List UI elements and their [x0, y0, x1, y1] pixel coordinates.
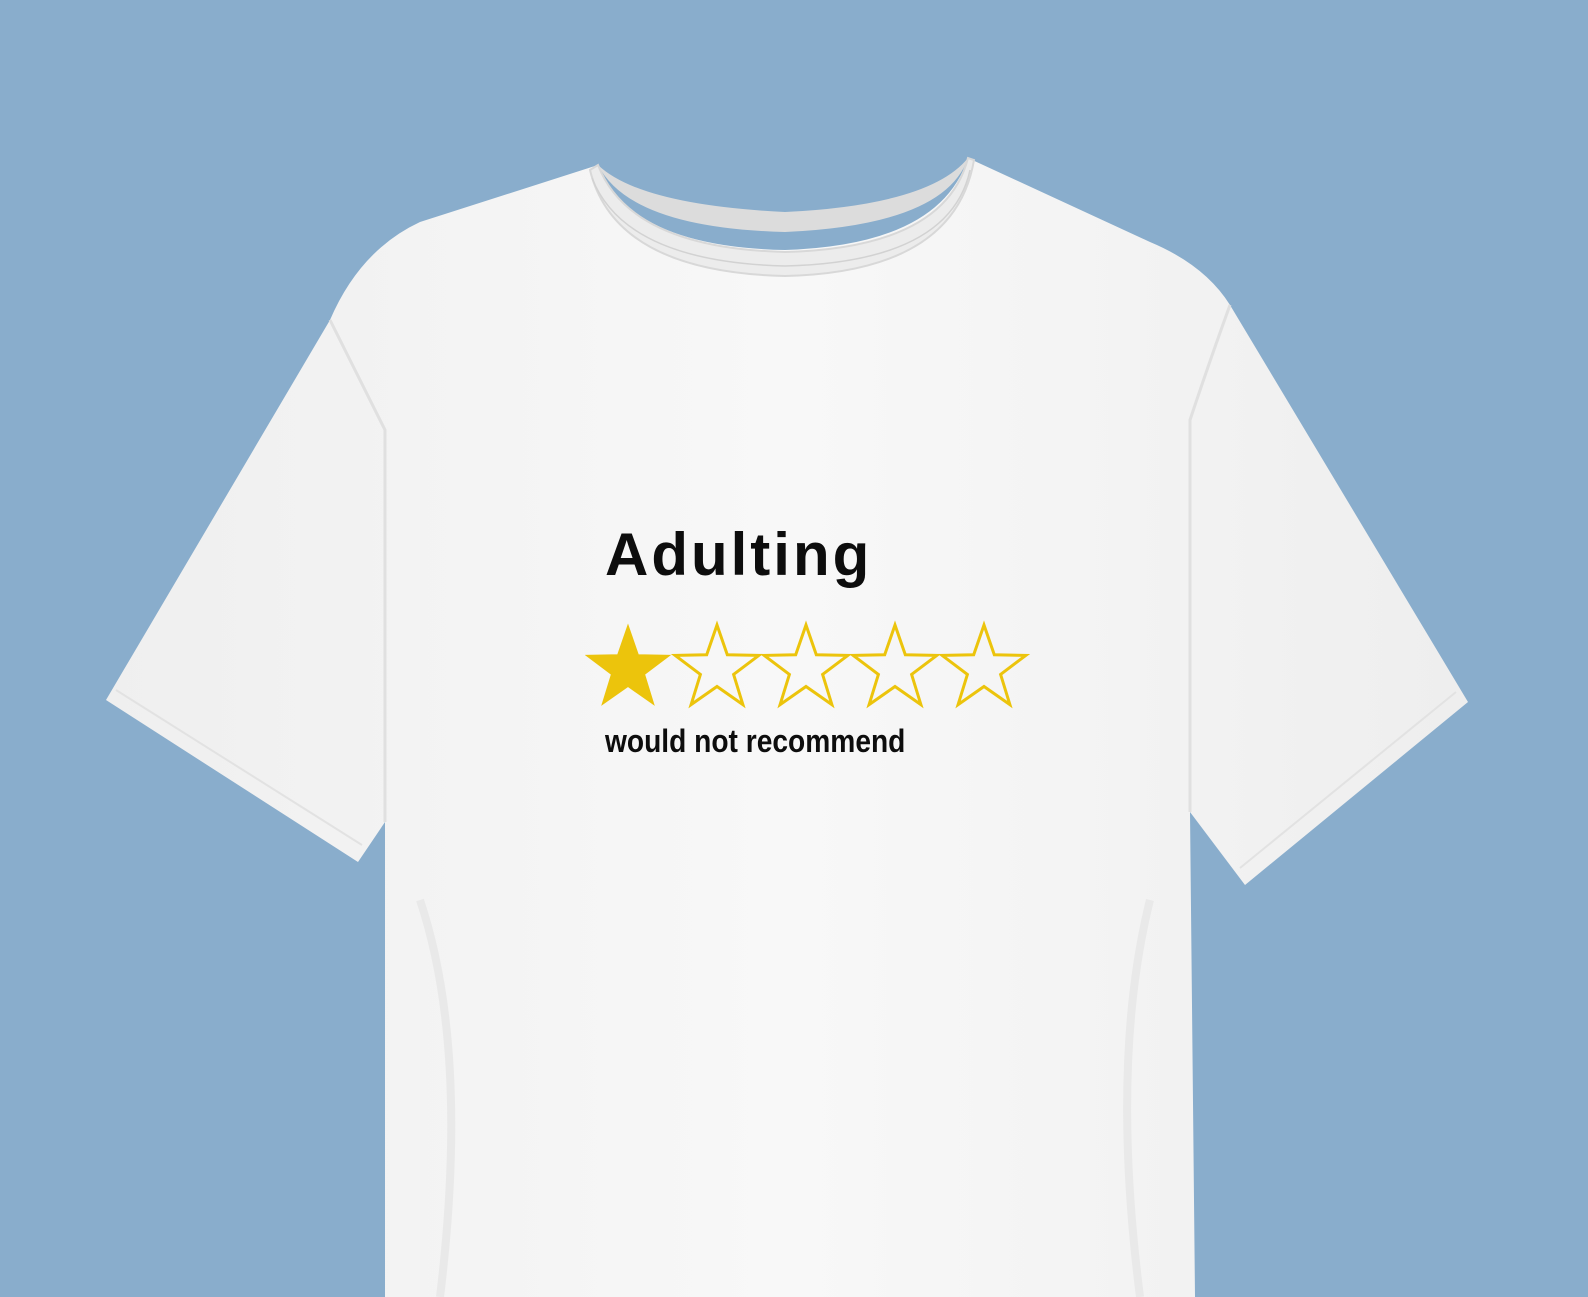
- collar-inner: [598, 158, 968, 232]
- star-outline-icon: [670, 620, 764, 709]
- star-outline-icon: [937, 620, 1030, 709]
- star-rating: [585, 620, 1030, 709]
- product-photo: Adulting would not recommend: [0, 0, 1588, 1297]
- print-title: Adulting: [605, 521, 873, 588]
- print-caption: would not recommend: [605, 723, 906, 759]
- star-outline-icon: [759, 620, 853, 709]
- star-outline-icon: [848, 620, 942, 709]
- star-filled-icon: [585, 623, 672, 706]
